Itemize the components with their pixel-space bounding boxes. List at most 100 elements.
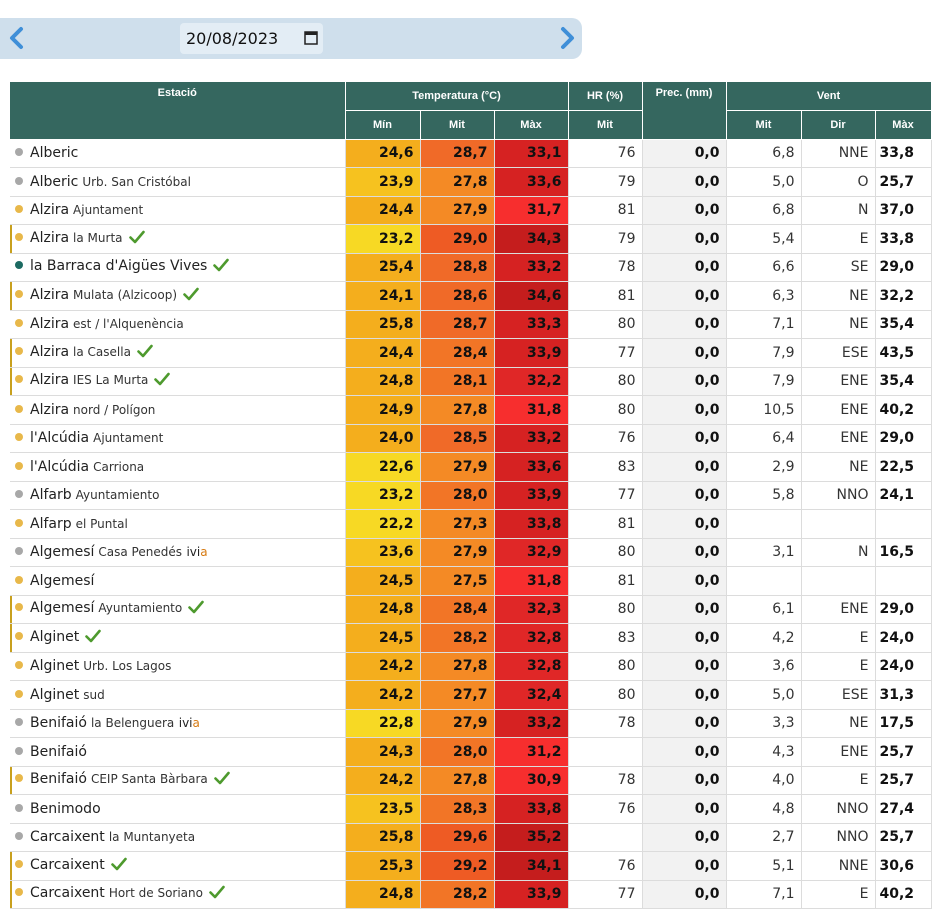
table-row[interactable]: Algemesí Casa Penedés ivia 23,6 27,9 32,9 80 0… — [10, 538, 932, 567]
status-dot-icon — [15, 803, 23, 812]
status-dot-icon — [15, 746, 23, 755]
station-cell[interactable]: Algemesí Ayuntamiento — [10, 595, 346, 624]
station-cell[interactable]: Benifaió — [10, 737, 346, 767]
temp-min-cell: 24,2 — [345, 680, 421, 710]
next-day-button[interactable] — [555, 26, 579, 50]
temp-min-cell: 24,8 — [345, 367, 421, 396]
station-subname: Ayuntamiento — [98, 601, 183, 616]
col-tmin-header[interactable]: Mín — [345, 110, 421, 140]
station-cell[interactable]: Alberic — [10, 139, 346, 168]
station-name: Carcaixent — [30, 856, 105, 873]
station-cell[interactable]: Alzira la Casella — [10, 338, 346, 368]
wind-mit-cell: 5,0 — [726, 680, 802, 710]
station-cell[interactable]: Carcaixent — [10, 851, 346, 881]
table-row[interactable]: Alfarb Ayuntamiento 23,2 28,0 33,9 77 0,0 5,8 NN… — [10, 481, 932, 510]
date-picker-input[interactable]: 20/08/2023 — [180, 23, 323, 54]
col-tmax-header[interactable]: Màx — [494, 110, 569, 140]
station-cell[interactable]: Benifaió la Belenguera ivia — [10, 709, 346, 738]
table-row[interactable]: Alginet sud 24,2 27,7 32,4 80 0,0 5,0 ESE 31,3 — [10, 680, 932, 710]
col-prec-header[interactable]: Prec. (mm) — [642, 82, 727, 140]
table-row[interactable]: l'Alcúdia Carriona 22,6 27,9 33,6 83 0,0 2,9 NE 2… — [10, 452, 932, 482]
station-cell[interactable]: Algemesí — [10, 566, 346, 596]
wind-mit-cell: 7,1 — [726, 310, 802, 339]
chevron-right-icon — [561, 27, 574, 49]
table-row[interactable]: Alginet Urb. Los Lagos 24,2 27,8 32,8 80 0,0 3,… — [10, 652, 932, 681]
wind-max-cell: 22,5 — [875, 452, 932, 482]
temp-mit-cell: 29,0 — [420, 224, 495, 254]
humidity-cell: 80 — [568, 680, 643, 710]
col-station-header[interactable]: Estació — [10, 82, 346, 140]
precipitation-cell: 0,0 — [642, 851, 727, 881]
table-row[interactable]: Carcaixent 25,3 29,2 34,1 76 0,0 5,1 NNE 30,6 — [10, 851, 932, 881]
station-cell[interactable]: Alginet sud — [10, 680, 346, 710]
station-cell[interactable]: Algemesí Casa Penedés ivia — [10, 538, 346, 567]
station-cell[interactable]: Alfarp el Puntal — [10, 509, 346, 539]
humidity-cell: 81 — [568, 281, 643, 311]
station-subname: la Belenguera — [90, 716, 175, 731]
temp-mit-cell: 28,7 — [420, 139, 495, 168]
table-row[interactable]: Benimodo 23,5 28,3 33,8 76 0,0 4,8 NNO 27,4 — [10, 794, 932, 824]
table-row[interactable]: Benifaió 24,3 28,0 31,2 0,0 4,3 ENE 25,7 — [10, 737, 932, 767]
temp-mit-cell: 28,0 — [420, 737, 495, 767]
table-row[interactable]: Algemesí 24,5 27,5 31,8 81 0,0 — [10, 566, 932, 596]
table-row[interactable]: l'Alcúdia Ajuntament 24,0 28,5 33,2 76 0,0 6,4 E… — [10, 424, 932, 453]
table-row[interactable]: Alberic Urb. San Cristóbal 23,9 27,8 33,6 79 0… — [10, 167, 932, 197]
station-name: la Barraca d'Aigües Vives — [30, 258, 208, 275]
col-wmax-header[interactable]: Màx — [875, 110, 932, 140]
humidity-cell: 80 — [568, 595, 643, 624]
station-cell[interactable]: l'Alcúdia Carriona — [10, 452, 346, 482]
station-cell[interactable]: Alginet — [10, 623, 346, 653]
col-wmit-header[interactable]: Mit — [726, 110, 802, 140]
station-cell[interactable]: Alfarb Ayuntamiento — [10, 481, 346, 510]
wind-dir-cell: ENE — [801, 367, 876, 396]
table-row[interactable]: Alzira IES La Murta 24,8 28,1 32,2 80 0,0 7,9 EN… — [10, 367, 932, 396]
table-row[interactable]: Alzira Mulata (Alzicoop) 24,1 28,6 34,6 81 0,0… — [10, 281, 932, 311]
table-row[interactable]: la Barraca d'Aigües Vives 25,4 28,8 33,2 78 0… — [10, 253, 932, 282]
previous-day-button[interactable] — [5, 26, 29, 50]
table-row[interactable]: Alginet 24,5 28,2 32,8 83 0,0 4,2 E 24,0 — [10, 623, 932, 653]
col-wdir-header[interactable]: Dir — [801, 110, 876, 140]
wind-mit-cell: 7,9 — [726, 338, 802, 368]
station-cell[interactable]: Alzira IES La Murta — [10, 367, 346, 396]
table-row[interactable]: Carcaixent la Muntanyeta 25,8 29,6 35,2 0,0 2,… — [10, 823, 932, 852]
station-cell[interactable]: l'Alcúdia Ajuntament — [10, 424, 346, 453]
station-cell[interactable]: Alberic Urb. San Cristóbal — [10, 167, 346, 197]
station-name: Alzira — [30, 401, 70, 418]
station-cell[interactable]: Alzira la Murta — [10, 224, 346, 254]
precipitation-cell: 0,0 — [642, 196, 727, 225]
table-row[interactable]: Alfarp el Puntal 22,2 27,3 33,8 81 0,0 — [10, 509, 932, 539]
wind-dir-cell — [801, 509, 876, 539]
station-cell[interactable]: Carcaixent la Muntanyeta — [10, 823, 346, 852]
station-cell[interactable]: Alginet Urb. Los Lagos — [10, 652, 346, 681]
table-row[interactable]: Alzira Ajuntament 24,4 27,9 31,7 81 0,0 6,8 N 37,… — [10, 196, 932, 225]
precipitation-cell: 0,0 — [642, 310, 727, 339]
temp-mit-cell: 27,9 — [420, 709, 495, 738]
table-row[interactable]: Alzira est / l'Alquenència 25,8 28,7 33,3 80 0… — [10, 310, 932, 339]
wind-dir-cell: ESE — [801, 680, 876, 710]
table-row[interactable]: Alzira nord / Polígon 24,9 27,8 31,8 80 0,0 10,… — [10, 395, 932, 425]
station-cell[interactable]: Alzira Ajuntament — [10, 196, 346, 225]
col-hrmit-header[interactable]: Mit — [568, 110, 643, 140]
table-row[interactable]: Algemesí Ayuntamiento 24,8 28,4 32,3 80 0,0 6,1… — [10, 595, 932, 624]
table-row[interactable]: Alberic 24,6 28,7 33,1 76 0,0 6,8 NNE 33,8 — [10, 139, 932, 168]
calendar-icon[interactable] — [304, 30, 318, 45]
station-cell[interactable]: Alzira nord / Polígon — [10, 395, 346, 425]
wind-max-cell: 27,4 — [875, 794, 932, 824]
station-cell[interactable]: Benifaió CEIP Santa Bàrbara — [10, 766, 346, 795]
temp-min-cell: 24,8 — [345, 595, 421, 624]
table-row[interactable]: Alzira la Casella 24,4 28,4 33,9 77 0,0 7,9 ESE 4… — [10, 338, 932, 368]
table-row[interactable]: Benifaió la Belenguera ivia 22,8 27,9 33,2 78… — [10, 709, 932, 738]
wind-dir-cell: ENE — [801, 595, 876, 624]
station-cell[interactable]: la Barraca d'Aigües Vives — [10, 253, 346, 282]
table-row[interactable]: Benifaió CEIP Santa Bàrbara 24,2 27,8 30,9 78… — [10, 766, 932, 795]
humidity-cell: 77 — [568, 880, 643, 909]
table-row[interactable]: Carcaixent Hort de Soriano 24,8 28,2 33,9 77 0… — [10, 880, 932, 909]
col-tmit-header[interactable]: Mit — [420, 110, 495, 140]
humidity-cell: 83 — [568, 452, 643, 482]
station-cell[interactable]: Alzira Mulata (Alzicoop) — [10, 281, 346, 311]
station-cell[interactable]: Alzira est / l'Alquenència — [10, 310, 346, 339]
wind-mit-cell: 7,1 — [726, 880, 802, 909]
table-row[interactable]: Alzira la Murta 23,2 29,0 34,3 79 0,0 5,4 E 33,8 — [10, 224, 932, 254]
station-cell[interactable]: Benimodo — [10, 794, 346, 824]
station-cell[interactable]: Carcaixent Hort de Soriano — [10, 880, 346, 909]
